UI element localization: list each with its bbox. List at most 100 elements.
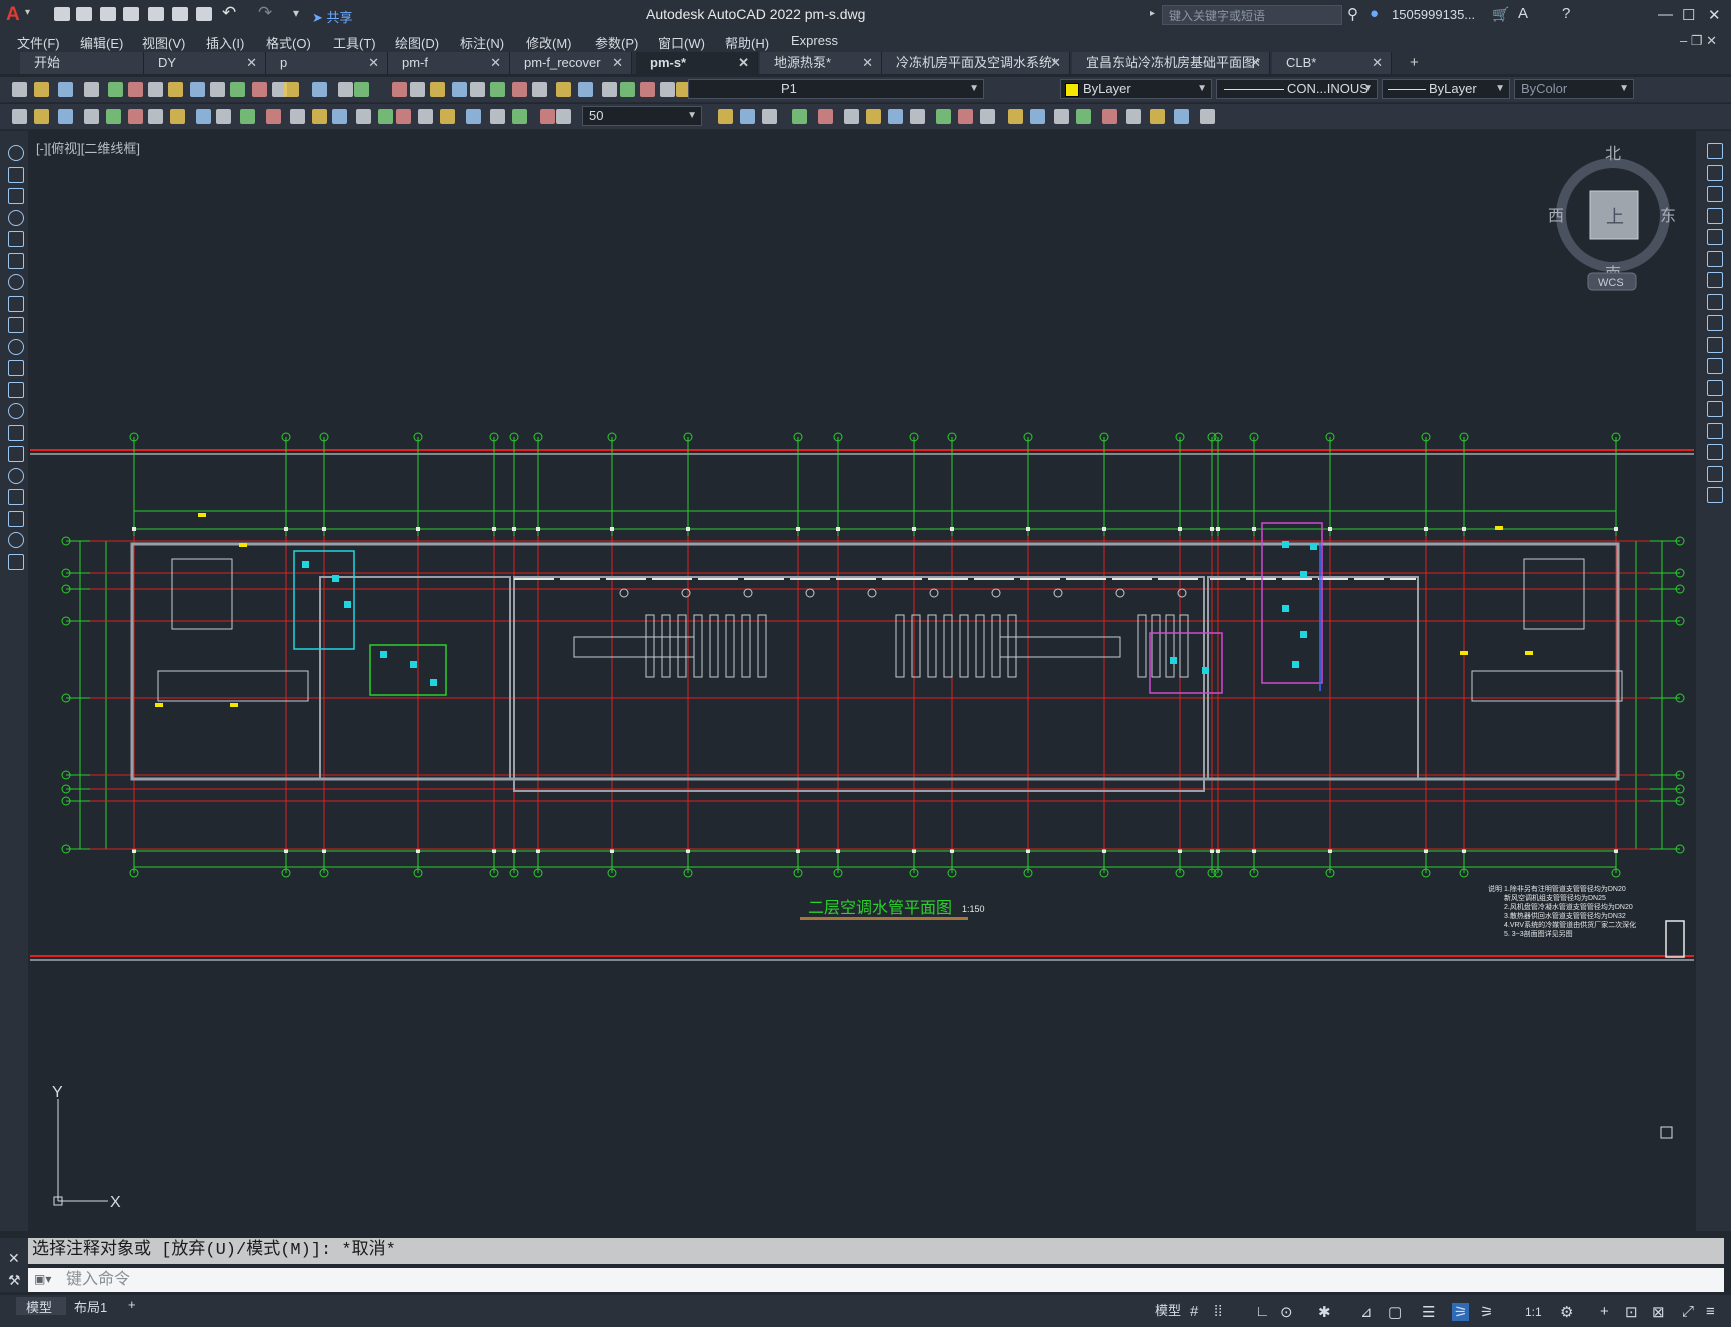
tab-pm-f[interactable]: pm-f ✕ (388, 52, 510, 74)
close-icon[interactable]: ✕ (612, 52, 623, 74)
modify-tool-icon[interactable] (910, 109, 925, 124)
modify-tool-icon[interactable] (980, 109, 995, 124)
modify-tool-icon[interactable] (148, 109, 163, 124)
new-tab-button[interactable]: + (1410, 54, 1419, 71)
standard-tool-icon[interactable] (168, 82, 183, 97)
modify-tool-icon[interactable] (718, 109, 733, 124)
tab-dy[interactable]: DY ✕ (144, 52, 266, 74)
draw-tool-icon[interactable] (8, 532, 24, 548)
menu-help[interactable]: 帮助(H) (725, 33, 769, 52)
standard-tool-icon[interactable] (230, 82, 245, 97)
open-web-icon[interactable] (148, 7, 164, 21)
help-icon[interactable]: ? (1562, 5, 1570, 22)
search-icon[interactable]: ⚲ (1347, 5, 1358, 23)
standard-tool-icon[interactable] (602, 82, 617, 97)
modify-tool-icon[interactable] (1707, 293, 1723, 310)
search-expand-icon[interactable]: ▸ (1150, 8, 1155, 19)
modify-tool-icon[interactable] (1707, 229, 1723, 245)
hardware-acceleration-icon[interactable]: ⊠ (1652, 1303, 1665, 1321)
tab-chiller-room-plan[interactable]: 冷冻机房平面及空调水系统* ✕ (882, 52, 1070, 74)
clean-screen-icon[interactable]: ⤢ (1682, 1303, 1694, 1320)
draw-tool-icon[interactable] (8, 209, 24, 226)
save-web-icon[interactable] (172, 7, 188, 21)
standard-tool-icon[interactable] (210, 82, 225, 97)
draw-tool-icon[interactable] (8, 274, 24, 290)
menu-parametric[interactable]: 参数(P) (595, 33, 638, 52)
isolate-objects-icon[interactable]: ⊡ (1625, 1303, 1638, 1321)
close-icon[interactable]: ✕ (246, 52, 257, 74)
standard-tool-icon[interactable] (640, 82, 655, 97)
standard-tool-icon[interactable] (338, 82, 353, 97)
standard-tool-icon[interactable] (452, 82, 467, 97)
modify-tool-icon[interactable] (818, 109, 833, 124)
ortho-icon[interactable]: ∟ (1255, 1303, 1270, 1320)
maximize-button[interactable]: ☐ (1682, 6, 1695, 24)
standard-tool-icon[interactable] (312, 82, 327, 97)
plot-icon[interactable] (196, 7, 212, 21)
menu-draw[interactable]: 绘图(D) (395, 33, 439, 52)
standard-tool-icon[interactable] (512, 82, 527, 97)
modify-tool-icon[interactable] (1707, 207, 1723, 224)
grid-icon[interactable]: # (1190, 1303, 1198, 1320)
viewcube-west[interactable]: 西 (1548, 208, 1564, 225)
tab-pm-s[interactable]: pm-s* ✕ (636, 52, 758, 74)
modify-tool-icon[interactable] (1707, 358, 1723, 374)
modify-tool-icon[interactable] (1707, 487, 1723, 503)
menu-modify[interactable]: 修改(M) (526, 33, 572, 52)
plotstyle-dropdown[interactable]: ByColor ▼ (1514, 79, 1634, 99)
draw-tool-icon[interactable] (8, 403, 24, 419)
menu-insert[interactable]: 插入(I) (206, 33, 244, 52)
modify-tool-icon[interactable] (332, 109, 347, 124)
modify-tool-icon[interactable] (958, 109, 973, 124)
modify-tool-icon[interactable] (266, 109, 281, 124)
app-logo[interactable]: A (6, 4, 20, 26)
standard-tool-icon[interactable] (190, 82, 205, 97)
modify-tool-icon[interactable] (1150, 109, 1165, 124)
menu-view[interactable]: 视图(V) (142, 33, 185, 52)
floor-plan-drawing[interactable]: 二层空调水管平面图 1:150 说明 1.除非另有注明管道支管管径均为DN20 … (30, 131, 1694, 1231)
customize-menu-icon[interactable]: ≡ (1706, 1303, 1715, 1320)
modify-tool-icon[interactable] (936, 109, 951, 124)
modify-tool-icon[interactable] (844, 109, 859, 124)
minimize-button[interactable]: — (1658, 6, 1673, 23)
osnap-icon[interactable]: ✱ (1318, 1303, 1331, 1321)
modify-tool-icon[interactable] (84, 109, 99, 124)
menu-edit[interactable]: 编辑(E) (80, 33, 123, 52)
draw-tool-icon[interactable] (8, 446, 24, 462)
modify-tool-icon[interactable] (12, 109, 27, 124)
gear-icon[interactable]: ⚙ (1560, 1303, 1573, 1321)
modify-tool-icon[interactable] (396, 109, 411, 124)
standard-tool-icon[interactable] (84, 82, 99, 97)
modify-tool-icon[interactable] (792, 109, 807, 124)
draw-tool-icon[interactable] (8, 381, 24, 398)
modify-tool-icon[interactable] (1707, 422, 1723, 439)
modify-tool-icon[interactable] (762, 109, 777, 124)
standard-tool-icon[interactable] (532, 82, 547, 97)
menu-dimension[interactable]: 标注(N) (460, 33, 504, 52)
user-account[interactable]: 1505999135... (1392, 7, 1475, 22)
standard-tool-icon[interactable] (620, 82, 635, 97)
menu-tools[interactable]: 工具(T) (333, 33, 376, 52)
modify-tool-icon[interactable] (466, 109, 481, 124)
modify-tool-icon[interactable] (216, 109, 231, 124)
modify-tool-icon[interactable] (1707, 143, 1723, 159)
modify-tool-icon[interactable] (1707, 336, 1723, 353)
draw-tool-icon[interactable] (8, 188, 24, 204)
standard-tool-icon[interactable] (578, 82, 593, 97)
standard-tool-icon[interactable] (490, 82, 505, 97)
redo-icon[interactable]: ↷ (258, 3, 272, 23)
modify-tool-icon[interactable] (356, 109, 371, 124)
close-icon[interactable]: ✕ (738, 52, 749, 74)
menu-format[interactable]: 格式(O) (266, 33, 311, 52)
modify-tool-icon[interactable] (512, 109, 527, 124)
command-line-grip[interactable]: ✕ ⚒ (0, 1238, 28, 1292)
draw-tool-icon[interactable] (8, 166, 24, 183)
color-dropdown[interactable]: ByLayer ▼ (1060, 79, 1212, 99)
command-input[interactable]: 键入命令 (28, 1268, 1724, 1292)
modify-tool-icon[interactable] (312, 109, 327, 124)
standard-tool-icon[interactable] (354, 82, 369, 97)
draw-tool-icon[interactable] (8, 467, 24, 484)
standard-tool-icon[interactable] (252, 82, 267, 97)
user-icon[interactable]: ● (1370, 5, 1379, 22)
share-button[interactable]: ➤ 共享 (312, 7, 353, 26)
